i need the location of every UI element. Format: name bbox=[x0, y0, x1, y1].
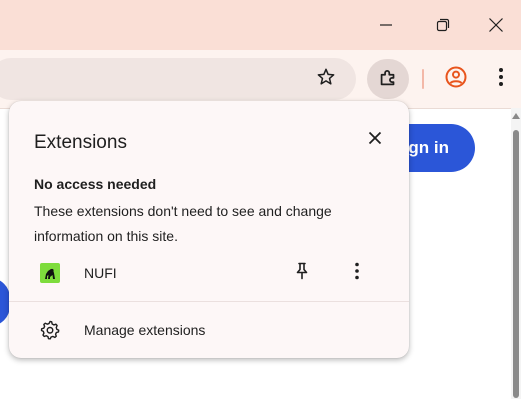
scrollbar-thumb[interactable] bbox=[513, 130, 519, 398]
extension-row-nufi[interactable]: NUFI bbox=[9, 253, 409, 293]
popup-divider bbox=[9, 301, 409, 302]
star-icon bbox=[316, 67, 336, 92]
popup-title: Extensions bbox=[34, 132, 127, 153]
more-vert-icon bbox=[354, 262, 360, 285]
page-scrollbar[interactable] bbox=[511, 108, 521, 399]
restore-button[interactable] bbox=[414, 0, 472, 50]
browser-menu-button[interactable] bbox=[489, 64, 513, 94]
minimize-icon bbox=[379, 18, 393, 32]
bookmark-button[interactable] bbox=[311, 64, 341, 94]
extensions-popup: Extensions No access needed These extens… bbox=[9, 101, 409, 358]
pin-extension-button[interactable] bbox=[290, 261, 314, 285]
minimize-button[interactable] bbox=[357, 0, 415, 50]
sign-in-label: gn in bbox=[408, 138, 449, 157]
extension-more-button[interactable] bbox=[345, 261, 369, 285]
toolbar-separator bbox=[422, 69, 424, 89]
browser-window: gn in Extensions No access needed These … bbox=[0, 0, 521, 399]
manage-extensions-label: Manage extensions bbox=[84, 322, 206, 338]
window-close-button[interactable] bbox=[471, 0, 521, 50]
popup-close-button[interactable] bbox=[362, 127, 388, 153]
address-bar[interactable] bbox=[0, 58, 356, 100]
puzzle-icon bbox=[377, 66, 399, 93]
pin-icon bbox=[294, 262, 310, 285]
manage-extensions-row[interactable]: Manage extensions bbox=[9, 311, 409, 349]
kebab-menu-icon bbox=[498, 67, 504, 92]
scroll-up-arrow-icon[interactable] bbox=[512, 113, 520, 119]
section-description: These extensions don't need to see and c… bbox=[34, 203, 332, 244]
close-icon bbox=[368, 131, 382, 150]
section-heading: No access needed bbox=[34, 176, 157, 192]
title-bar bbox=[0, 0, 521, 50]
gear-icon bbox=[39, 319, 61, 341]
extension-name: NUFI bbox=[84, 265, 117, 281]
close-icon bbox=[488, 17, 504, 33]
extensions-button[interactable] bbox=[367, 59, 409, 99]
nufi-gorilla-icon bbox=[40, 263, 60, 283]
profile-icon bbox=[444, 65, 468, 94]
restore-icon bbox=[436, 18, 450, 32]
profile-button[interactable] bbox=[441, 64, 471, 94]
